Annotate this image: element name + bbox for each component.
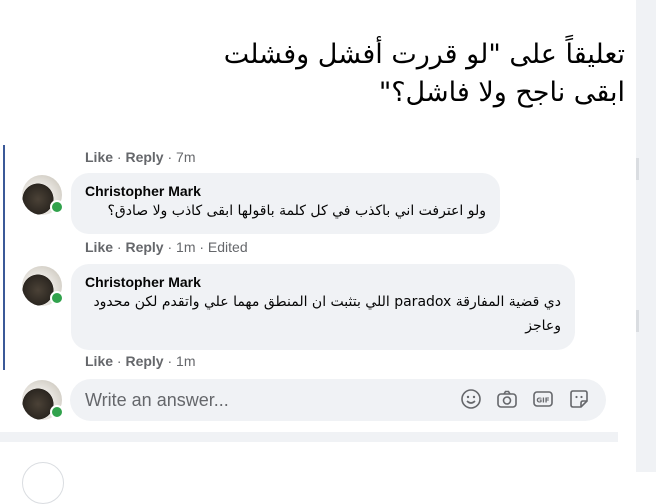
reply-thread-line bbox=[3, 145, 5, 370]
avatar[interactable] bbox=[22, 175, 64, 215]
right-gutter bbox=[636, 0, 656, 472]
comment-bubble: Christopher Mark دي قضية المفارقة parado… bbox=[71, 264, 575, 350]
post-title-line2: ابقى ناجح ولا فاشل؟" bbox=[378, 77, 625, 108]
svg-text:GIF: GIF bbox=[536, 397, 549, 405]
comment-actions: Like · Reply · 7m bbox=[85, 149, 196, 165]
camera-icon[interactable] bbox=[496, 388, 520, 412]
current-user-avatar bbox=[22, 380, 64, 420]
like-link[interactable]: Like bbox=[85, 353, 113, 369]
gutter-notch bbox=[636, 158, 639, 180]
reply-input[interactable]: Write an answer... bbox=[85, 390, 229, 411]
online-status-dot bbox=[50, 200, 64, 214]
comment-text: دي قضية المفارقة paradox اللي بتثبت ان ا… bbox=[93, 294, 561, 334]
reply-link[interactable]: Reply bbox=[125, 149, 163, 165]
like-link[interactable]: Like bbox=[85, 149, 113, 165]
gif-icon[interactable]: GIF bbox=[532, 388, 556, 412]
comment-actions: Like · Reply · 1m · Edited bbox=[85, 239, 248, 255]
reply-link[interactable]: Reply bbox=[125, 353, 163, 369]
composer-toolbar: GIF bbox=[460, 388, 592, 412]
emoji-icon[interactable] bbox=[460, 388, 484, 412]
like-link[interactable]: Like bbox=[85, 239, 113, 255]
reply-link[interactable]: Reply bbox=[125, 239, 163, 255]
comment-author[interactable]: Christopher Mark bbox=[85, 183, 486, 199]
next-post-avatar-edge bbox=[22, 462, 64, 504]
online-status-dot bbox=[50, 291, 64, 305]
comment-timestamp[interactable]: 7m bbox=[176, 149, 195, 165]
online-status-dot bbox=[50, 405, 64, 419]
next-post-card bbox=[0, 442, 618, 482]
comment-timestamp[interactable]: 1m · Edited bbox=[176, 239, 248, 255]
reply-composer[interactable]: Write an answer... GIF bbox=[70, 379, 606, 421]
comment-text: ولو اعترفت اني باكذب في كل كلمة باقولها … bbox=[107, 203, 486, 219]
comment-timestamp[interactable]: 1m bbox=[176, 353, 195, 369]
post-title: تعليقاً على "لو قررت أفشل وفشلت ابقى ناج… bbox=[150, 36, 625, 112]
next-post-separator bbox=[0, 432, 618, 504]
sticker-icon[interactable] bbox=[568, 388, 592, 412]
comment-author[interactable]: Christopher Mark bbox=[85, 274, 561, 290]
comment-actions: Like · Reply · 1m bbox=[85, 353, 196, 369]
comment-bubble: Christopher Mark ولو اعترفت اني باكذب في… bbox=[71, 173, 500, 234]
gutter-notch bbox=[636, 310, 639, 332]
post-title-line1: تعليقاً على "لو قررت أفشل وفشلت bbox=[223, 39, 625, 70]
avatar[interactable] bbox=[22, 266, 64, 306]
